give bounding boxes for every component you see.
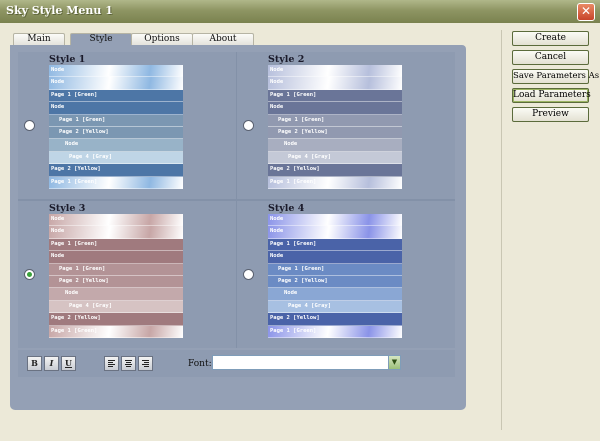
preview-menu-item: Page 1 [Green] — [49, 89, 183, 103]
preview-menu-item: Page 1 [Green] — [268, 325, 402, 338]
style-title: Style 1 — [49, 54, 86, 65]
preview-menu-item: Page 2 [Yellow] — [268, 164, 402, 177]
title-bar: Sky Style Menu 1 ✕ — [0, 0, 600, 23]
style-radio[interactable] — [24, 269, 35, 280]
align-left-icon[interactable] — [104, 356, 119, 371]
preview-menu-item: Page 1 [Green] — [49, 114, 183, 127]
style-radio[interactable] — [24, 120, 35, 131]
style-radio[interactable] — [243, 269, 254, 280]
cancel-button[interactable]: Cancel — [512, 50, 589, 65]
tab-main[interactable]: Main — [13, 33, 65, 45]
align-center-icon[interactable] — [121, 356, 136, 371]
preview-menu-item: Node — [268, 288, 402, 301]
preview-menu-item: Page 2 [Yellow] — [49, 275, 183, 289]
align-right-icon[interactable] — [138, 356, 153, 371]
tab-style[interactable]: Style — [70, 33, 132, 45]
preview-menu-item: Node — [49, 288, 183, 301]
preview-menu-item: Page 1 [Green] — [268, 238, 402, 252]
preview-menu-item: Page 1 [Green] — [49, 325, 183, 338]
style-preview: Node Node Page 1 [Green] Node Page 1 [Green]… — [49, 65, 183, 193]
style-cell-1: Style 1 Node Node Page 1 [Green] Node Page 1… — [18, 52, 236, 199]
preview-menu-item: Page 2 [Yellow] — [49, 126, 183, 140]
style-grid: Style 1 Node Node Page 1 [Green] Node Page 1… — [18, 52, 455, 348]
style-preview: Node Node Page 1 [Green] Node Page 1 [Green]… — [268, 65, 402, 193]
style-title: Style 3 — [49, 203, 86, 214]
underline-button[interactable]: U — [61, 356, 76, 371]
load-parameters-button[interactable]: Load Parameters — [512, 88, 591, 103]
preview-menu-item: Node — [49, 77, 183, 90]
style-preview: Node Node Page 1 [Green] Node Page 1 [Green]… — [49, 214, 183, 342]
italic-button[interactable]: I — [44, 356, 59, 371]
preview-menu-item: Page 2 [Yellow] — [268, 275, 402, 289]
preview-button[interactable]: Preview — [512, 107, 589, 122]
preview-menu-item: Page 4 [Gray] — [49, 300, 183, 314]
style-cell-3: Style 3 Node Node Page 1 [Green] Node Page 1… — [18, 201, 236, 348]
preview-menu-item: Node — [268, 102, 402, 115]
style-radio[interactable] — [243, 120, 254, 131]
preview-menu-item: Page 1 [Green] — [268, 114, 402, 127]
font-select[interactable]: ▼ — [212, 355, 401, 370]
style-panel: Style 1 Node Node Page 1 [Green] Node Page 1… — [10, 45, 466, 410]
preview-menu-item: Page 1 [Green] — [268, 263, 402, 276]
preview-menu-item: Node — [49, 214, 183, 227]
preview-menu-item: Page 2 [Yellow] — [268, 126, 402, 140]
style-title: Style 2 — [268, 54, 305, 65]
preview-menu-item: Page 1 [Green] — [268, 89, 402, 103]
preview-menu-item: Page 2 [Yellow] — [49, 164, 183, 177]
preview-menu-item: Node — [268, 65, 402, 78]
preview-menu-item: Node — [49, 65, 183, 78]
preview-menu-item: Node — [268, 77, 402, 90]
preview-menu-item: Page 2 [Yellow] — [268, 313, 402, 326]
save-parameters-button[interactable]: Save Parameters As — [512, 69, 599, 84]
preview-menu-item: Page 1 [Green] — [49, 238, 183, 252]
preview-menu-item: Node — [49, 139, 183, 152]
preview-menu-item: Node — [268, 251, 402, 264]
preview-menu-item: Node — [268, 139, 402, 152]
chevron-down-icon[interactable]: ▼ — [388, 356, 400, 369]
style-preview: Node Node Page 1 [Green] Node Page 1 [Green]… — [268, 214, 402, 342]
tab-about[interactable]: About — [192, 33, 254, 45]
preview-menu-item: Page 4 [Gray] — [49, 151, 183, 165]
preview-menu-item: Page 4 [Gray] — [268, 300, 402, 314]
preview-menu-item: Node — [268, 214, 402, 227]
preview-menu-item: Page 4 [Gray] — [268, 151, 402, 165]
tab-options[interactable]: Options — [131, 33, 193, 45]
preview-menu-item: Page 2 [Yellow] — [49, 313, 183, 326]
preview-menu-item: Page 1 [Green] — [49, 176, 183, 189]
font-label: Font: — [188, 359, 212, 369]
format-toolbar: B I U Font: ▼ — [18, 350, 455, 377]
preview-menu-item: Node — [49, 251, 183, 264]
preview-menu-item: Node — [49, 226, 183, 239]
window-title: Sky Style Menu 1 — [6, 4, 113, 17]
preview-menu-item: Page 1 [Green] — [49, 263, 183, 276]
preview-menu-item: Page 1 [Green] — [268, 176, 402, 189]
preview-menu-item: Node — [49, 102, 183, 115]
preview-menu-item: Node — [268, 226, 402, 239]
bold-button[interactable]: B — [27, 356, 42, 371]
style-cell-4: Style 4 Node Node Page 1 [Green] Node Page 1… — [237, 201, 455, 348]
style-cell-2: Style 2 Node Node Page 1 [Green] Node Page 1… — [237, 52, 455, 199]
close-button[interactable]: ✕ — [577, 3, 595, 21]
application-window: Sky Style Menu 1 ✕ Main Style Options Ab… — [0, 0, 600, 441]
vertical-divider — [501, 30, 502, 430]
style-title: Style 4 — [268, 203, 305, 214]
create-button[interactable]: Create — [512, 31, 589, 46]
